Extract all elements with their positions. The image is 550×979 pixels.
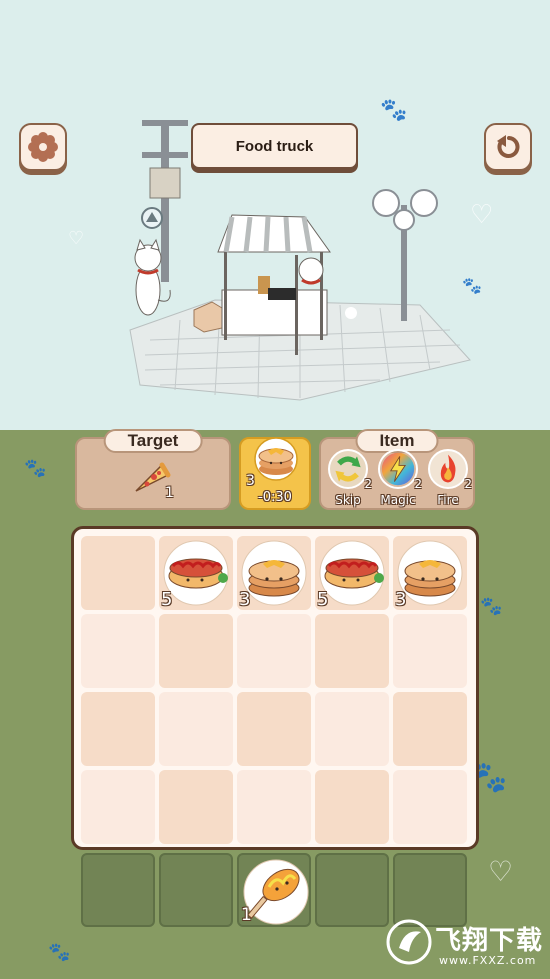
gear-icon [28, 132, 58, 162]
board-piece-count: 3 [239, 589, 251, 610]
watermark: 飞翔下载 www.FXXZ.com [383, 912, 543, 972]
fire-item-button[interactable]: 2 Fire [426, 449, 472, 509]
timer-panel: 3 -0:30 [239, 437, 311, 510]
undo-icon [497, 135, 520, 158]
skip-item-button[interactable]: 2 Skip [326, 449, 372, 509]
watermark-url: www.FXXZ.com [439, 954, 537, 967]
board-cell[interactable]: 5 [315, 536, 389, 610]
board-cell[interactable] [81, 770, 155, 844]
board-cell[interactable] [237, 770, 311, 844]
tray-piece-count: 1 [241, 905, 252, 925]
skip-arrows-icon [328, 449, 368, 489]
skip-count: 2 [364, 477, 372, 491]
board-cell[interactable] [159, 692, 233, 766]
watermark-title: 飞翔下载 [435, 926, 544, 956]
board-cell[interactable]: 3 [393, 536, 467, 610]
target-count: 1 [165, 485, 174, 501]
level-title: Food truck [235, 137, 314, 155]
heart-doodle: ♡ [488, 855, 514, 888]
tray-slot[interactable] [315, 853, 389, 927]
target-panel: Target 1 [75, 429, 231, 510]
magic-label: Magic [380, 493, 416, 507]
magic-lightning-icon [378, 449, 418, 489]
board-cell[interactable] [393, 692, 467, 766]
scene-background: 🐾 ♡ 🐾 ♡ Food truck [0, 0, 550, 430]
fire-count: 2 [464, 477, 472, 491]
undo-button[interactable] [484, 123, 532, 171]
board-cell[interactable] [237, 692, 311, 766]
paw-doodle: 🐾 [480, 596, 503, 617]
board-cell[interactable] [315, 692, 389, 766]
board-cell[interactable] [81, 692, 155, 766]
tray-slot[interactable] [159, 853, 233, 927]
board-cell[interactable] [159, 614, 233, 688]
item-panel: Item 2 Skip 2 Magic 2 Fire [319, 429, 475, 510]
level-title-box: Food truck [191, 123, 358, 169]
board-cell[interactable]: 5 [159, 536, 233, 610]
board-cell[interactable]: 3 [237, 536, 311, 610]
board-cell[interactable] [159, 770, 233, 844]
tray-slot[interactable]: 1 [237, 853, 311, 927]
timer-value: -0:30 [258, 490, 292, 505]
board-piece-count: 5 [161, 589, 173, 610]
skip-label: Skip [335, 493, 361, 507]
board-cell[interactable] [81, 536, 155, 610]
settings-button[interactable] [19, 123, 67, 171]
fire-icon [428, 449, 468, 489]
tray-slot[interactable] [81, 853, 155, 927]
target-header: Target [103, 429, 203, 453]
magic-count: 2 [414, 477, 422, 491]
fire-label: Fire [437, 493, 459, 507]
timer-item-count: 3 [246, 473, 255, 489]
board-cell[interactable] [393, 614, 467, 688]
board-cell[interactable] [315, 614, 389, 688]
pancake-stack-icon [254, 437, 298, 481]
board-piece-count: 5 [317, 589, 329, 610]
board-cell[interactable] [237, 614, 311, 688]
board-cell[interactable] [393, 770, 467, 844]
game-board: 5 3 5 3 [71, 526, 479, 850]
street-scene-illustration [129, 120, 471, 401]
board-cell[interactable] [81, 614, 155, 688]
magic-item-button[interactable]: 2 Magic [376, 449, 422, 509]
paw-doodle: 🐾 [48, 942, 71, 963]
board-piece-count: 3 [395, 589, 407, 610]
board-cell[interactable] [315, 770, 389, 844]
paw-doodle: 🐾 [24, 458, 47, 479]
watermark-logo-icon [386, 919, 432, 965]
